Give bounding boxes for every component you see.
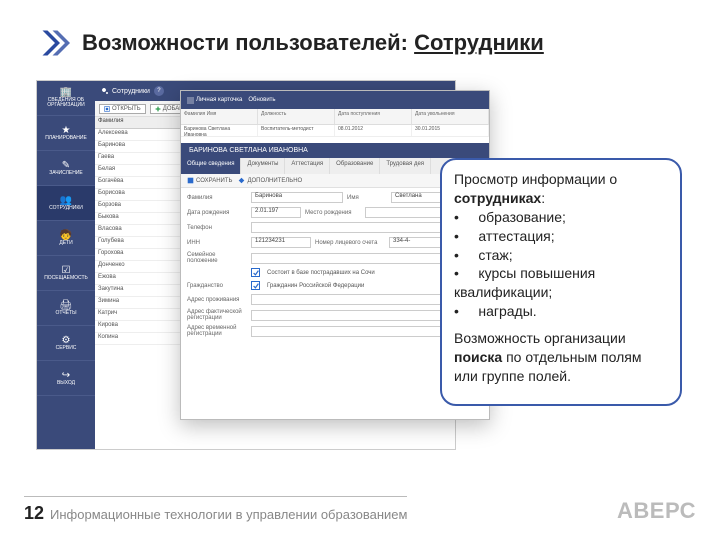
slide-title: Возможности пользователей: Сотрудники bbox=[82, 30, 544, 56]
refresh-button[interactable]: Обновить bbox=[248, 97, 275, 103]
dob-input[interactable]: 2.01.197 bbox=[251, 207, 301, 218]
sidebar-item-2[interactable]: ✎ЗАЧИСЛЕНИЕ bbox=[37, 151, 95, 186]
slide-header: Возможности пользователей: Сотрудники bbox=[0, 0, 720, 68]
citizen-checkbox[interactable] bbox=[251, 281, 260, 290]
page-number: 12 bbox=[24, 503, 44, 524]
label-adr-tmp: Адрес временной регистрации bbox=[187, 325, 247, 337]
label-name: Имя bbox=[347, 195, 387, 201]
sidebar-item-5[interactable]: ☑ПОСЕЩАЕМОСТЬ bbox=[37, 256, 95, 291]
more-button[interactable]: ДОПОЛНИТЕЛЬНО bbox=[238, 177, 302, 184]
callout-p2: Возможность организации поиска по отдель… bbox=[454, 329, 668, 386]
brand-logo: АВЕРС bbox=[617, 498, 696, 524]
label-phone: Телефон bbox=[187, 225, 247, 231]
sidebar-item-4[interactable]: 🧒ДЕТИ bbox=[37, 221, 95, 256]
surname-input[interactable]: Баринова bbox=[251, 192, 343, 203]
tab-1[interactable]: Документы bbox=[241, 158, 285, 174]
footer-text: Информационные технологии в управлении о… bbox=[50, 507, 407, 522]
sidebar-item-8[interactable]: ↪ВЫХОД bbox=[37, 361, 95, 396]
detail-panel-topbar: Личная карточка Обновить bbox=[181, 91, 489, 109]
tab-0[interactable]: Общие сведения bbox=[181, 158, 241, 174]
label-marital: Семейное положение bbox=[187, 252, 247, 264]
sidebar-item-7[interactable]: ⚙СЕРВИС bbox=[37, 326, 95, 361]
label-inn: ИНН bbox=[187, 240, 247, 246]
label-dob: Дата рождения bbox=[187, 210, 247, 216]
personal-card-button[interactable]: Личная карточка bbox=[187, 97, 242, 104]
tab-4[interactable]: Трудовая дея bbox=[380, 158, 431, 174]
save-button[interactable]: СОХРАНИТЬ bbox=[187, 177, 232, 184]
label-pob: Место рождения bbox=[305, 210, 361, 216]
label-adr-reg: Адрес проживания bbox=[187, 297, 247, 303]
sidebar-item-3[interactable]: 👥СОТРУДНИКИ bbox=[37, 186, 95, 221]
detail-grid-header: Фамилия ИмяДолжностьДата поступленияДата… bbox=[181, 109, 489, 125]
help-icon[interactable]: ? bbox=[154, 86, 164, 96]
employee-title: БАРИНОВА СВЕТЛАНА ИВАНОВНА bbox=[181, 143, 489, 158]
detail-grid-row[interactable]: Баринова Светлана ИвановнаВоспитатель-ме… bbox=[181, 125, 489, 137]
sochi-label: Состоит в базе пострадавших на Сочи bbox=[267, 270, 375, 276]
sidebar-item-6[interactable]: 🖨ОТЧЁТЫ bbox=[37, 291, 95, 326]
tab-2[interactable]: Аттестация bbox=[285, 158, 330, 174]
label-adr-fact: Адрес фактической регистрации bbox=[187, 309, 247, 321]
callout-p1: Просмотр информации о сотрудниках: • обр… bbox=[454, 170, 668, 321]
label-surname: Фамилия bbox=[187, 195, 247, 201]
callout-box: Просмотр информации о сотрудниках: • обр… bbox=[440, 158, 682, 406]
footer: 12 Информационные технологии в управлени… bbox=[24, 496, 696, 524]
sidebar-item-0[interactable]: 🏢СВЕДЕНИЯ ОБ ОРГАНИЗАЦИИ bbox=[37, 81, 95, 116]
sochi-checkbox[interactable] bbox=[251, 268, 260, 277]
sidebar: 🏢СВЕДЕНИЯ ОБ ОРГАНИЗАЦИИ★ПЛАНИРОВАНИЕ✎ЗА… bbox=[37, 81, 95, 449]
inn-input[interactable]: 121234231 bbox=[251, 237, 311, 248]
open-button[interactable]: ОТКРЫТЬ bbox=[99, 104, 146, 114]
sidebar-item-1[interactable]: ★ПЛАНИРОВАНИЕ bbox=[37, 116, 95, 151]
chevron-bullet-icon bbox=[40, 28, 70, 58]
label-pension: Номер лицевого счета bbox=[315, 240, 385, 246]
tab-3[interactable]: Образование bbox=[330, 158, 380, 174]
label-citizen: Гражданство bbox=[187, 283, 247, 289]
breadcrumb[interactable]: Сотрудники bbox=[101, 87, 150, 95]
citizen-label: Гражданин Российской Федерации bbox=[267, 283, 364, 289]
